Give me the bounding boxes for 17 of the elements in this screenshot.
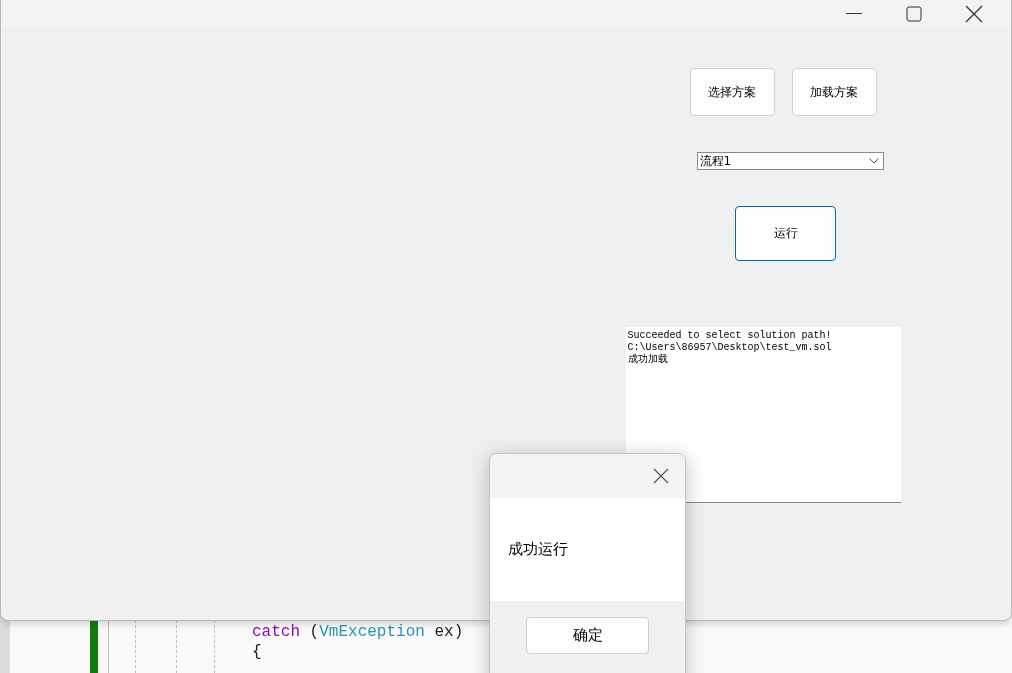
- dialog-message: 成功运行: [508, 540, 568, 559]
- log-line: Succeeded to select solution path!: [627, 330, 832, 342]
- scheme-button[interactable]: 选择方案: [689, 68, 775, 116]
- log-line: C:\Users\86957\Desktop\test_vm.sol: [627, 342, 832, 354]
- run-button[interactable]: 运行: [735, 206, 836, 261]
- maximize-icon: [906, 5, 922, 22]
- scheme-button[interactable]: 加载方案: [791, 68, 877, 116]
- process-dropdown[interactable]: 流程1: [696, 152, 884, 170]
- close-icon[interactable]: [653, 468, 669, 484]
- close-icon: [965, 4, 983, 23]
- minimize-icon: [846, 13, 862, 14]
- ok-button[interactable]: 确定: [526, 617, 649, 654]
- code-text: {: [252, 642, 262, 662]
- log-line: 成功加载: [627, 354, 668, 366]
- log-textbox[interactable]: Succeeded to select solution path! C:\Users\86957\Desktop\test_vm.sol 成功加载: [625, 327, 901, 503]
- code-text: catch (VmException ex): [252, 622, 464, 642]
- chevron-down-icon: [868, 158, 879, 164]
